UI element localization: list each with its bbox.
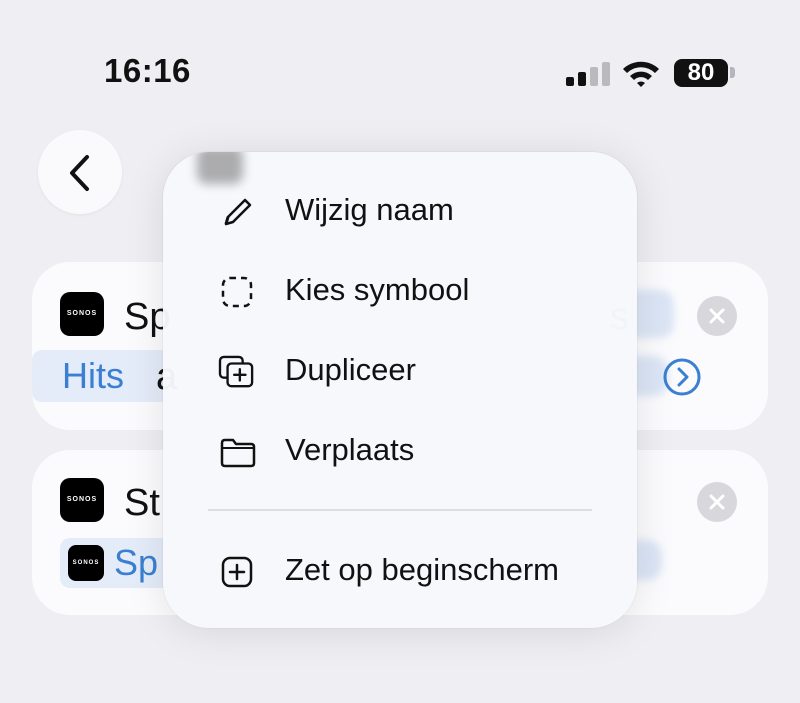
pencil-icon (224, 198, 252, 226)
menu-item-move[interactable]: Verplaats (163, 416, 637, 486)
add-square-icon (221, 556, 253, 588)
menu-item-label: Verplaats (285, 432, 415, 467)
close-icon (709, 494, 725, 510)
cellular-signal-icon (566, 62, 610, 86)
remove-action-button[interactable] (697, 482, 737, 522)
duplicate-icon (218, 355, 254, 388)
close-icon (709, 308, 725, 324)
chip-label: Sp (114, 542, 159, 583)
menu-item-choose-icon[interactable]: Kies symbool (163, 256, 637, 326)
parameter-chip-hits[interactable]: Hits (32, 350, 172, 402)
remove-action-button[interactable] (697, 296, 737, 336)
chevron-right-circle-icon[interactable] (662, 357, 702, 397)
menu-item-label: Kies symbool (285, 272, 470, 307)
sonos-app-icon: SONOS (60, 292, 104, 336)
action-title: St (124, 482, 160, 524)
back-button[interactable] (38, 130, 122, 214)
menu-item-add-to-home-screen[interactable]: Zet op beginscherm (163, 536, 637, 606)
status-time: 16:16 (104, 52, 191, 89)
menu-divider (208, 509, 592, 511)
menu-item-duplicate[interactable]: Dupliceer (163, 336, 637, 406)
menu-item-label: Dupliceer (285, 352, 416, 387)
sonos-app-icon: SONOS (60, 478, 104, 522)
menu-item-label: Wijzig naam (285, 192, 454, 227)
chevron-left-icon (70, 155, 89, 191)
parameter-chip-sonos[interactable]: SONOS Sp (60, 538, 180, 588)
context-menu: Wijzig naam Kies symbool Dupliceer Verpl… (163, 152, 637, 628)
dashed-square-icon (221, 276, 253, 308)
sonos-app-icon: SONOS (68, 545, 104, 581)
wifi-icon (623, 61, 659, 87)
battery-indicator: 80 (674, 59, 728, 87)
menu-item-rename[interactable]: Wijzig naam (163, 176, 637, 246)
battery-tip (730, 67, 735, 78)
menu-item-label: Zet op beginscherm (285, 552, 559, 587)
folder-icon (220, 438, 256, 468)
